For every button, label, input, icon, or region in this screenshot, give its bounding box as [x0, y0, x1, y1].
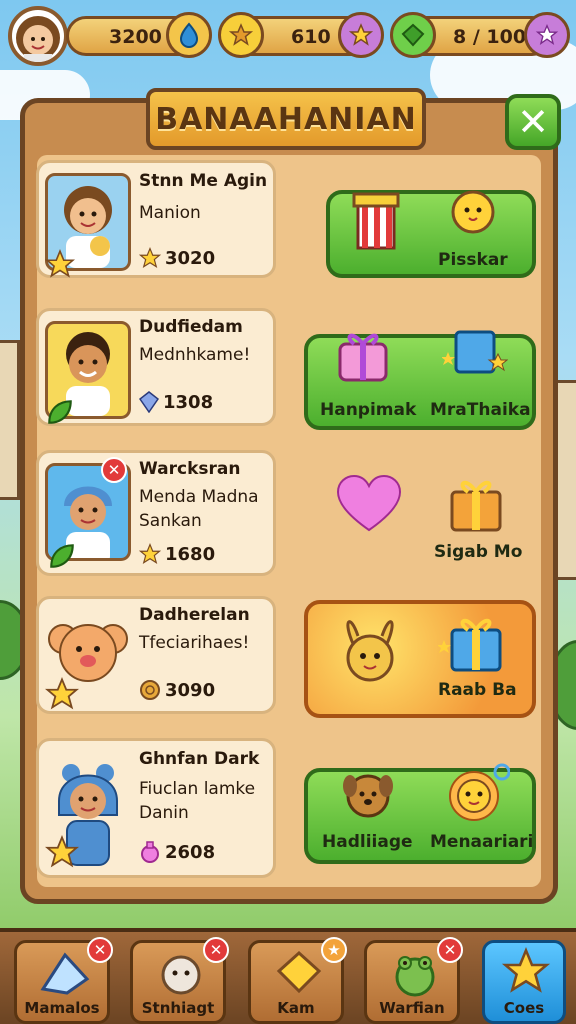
star-icon[interactable] — [338, 12, 384, 58]
amount-value: 1680 — [165, 543, 216, 565]
list-item[interactable]: Dudfiedam Mednhkame! 1308 — [36, 308, 276, 426]
button-label: Hadliiage — [322, 832, 413, 852]
button-label: Sigab Mo — [434, 542, 523, 562]
star-coin-icon — [218, 12, 264, 58]
stars-value: 610 — [291, 26, 331, 48]
gold-block-icon — [276, 950, 322, 994]
chick-icon — [451, 190, 495, 234]
reward-button[interactable]: Hanpimak MraThaika — [304, 330, 536, 430]
star-icon — [501, 947, 551, 993]
amount-value: 1308 — [163, 391, 214, 413]
add-star-icon[interactable] — [524, 12, 570, 58]
row-amount: 2608 — [139, 841, 215, 863]
list-item[interactable]: ✕ Warcksran Menda Madna Sankan 1680 — [36, 450, 276, 576]
close-icon: ✕ — [517, 100, 549, 144]
star-icon — [139, 543, 161, 564]
row-name: Stnn Me Agin — [139, 171, 268, 191]
nav-item-mamalos[interactable]: ✕ Mamalos — [14, 937, 113, 1024]
frog-icon — [395, 956, 435, 997]
nav-badge: ✕ — [203, 937, 229, 963]
sheep-icon — [161, 955, 201, 995]
star-badge-icon — [45, 249, 75, 278]
nav-label: Warfian — [379, 999, 445, 1017]
nav-label: Coes — [503, 999, 545, 1017]
nav-label: Kam — [277, 999, 315, 1017]
top-resource-bar: 3200 610 8 / 100 — [0, 4, 576, 66]
gem-icon — [139, 391, 159, 413]
amount-value: 3020 — [165, 247, 216, 269]
coin-icon — [140, 680, 160, 700]
list-item[interactable]: Ghnfan Dark Fiuclan lamke Danin 2608 — [36, 738, 276, 878]
nav-item-stnhiagt[interactable]: ✕ Stnhiagt — [130, 937, 229, 1024]
reward-button[interactable]: Hadliiage Menaariari — [304, 763, 536, 864]
claim-button[interactable]: Pisskar — [326, 190, 536, 278]
dog-icon — [343, 774, 393, 818]
button-label: Menaariari — [430, 832, 534, 852]
list-item[interactable]: Stnn Me Agin Manion 3020 — [36, 160, 276, 278]
nav-label: Stnhiagt — [141, 999, 215, 1017]
title-plate: BANAAHANIAN — [146, 88, 426, 150]
button-label: MraThaika — [430, 400, 531, 420]
button-label: Pisskar — [438, 250, 508, 270]
leaf-badge-icon — [48, 400, 72, 424]
nav-item-kam[interactable]: ★ Kam — [248, 937, 347, 1024]
row-subtitle: Manion — [139, 203, 201, 223]
nav-item-warfian[interactable]: ✕ Warfian — [364, 937, 463, 1024]
nav-label: Mamalos — [24, 999, 100, 1017]
gem-icon — [390, 12, 436, 58]
nav-badge: ✕ — [437, 937, 463, 963]
amount-value: 2608 — [165, 841, 216, 863]
player-avatar[interactable] — [8, 6, 68, 66]
nav-badge: ★ — [321, 937, 347, 963]
star-icon — [139, 247, 161, 268]
star-badge-icon — [45, 677, 79, 710]
reward-area[interactable]: Sigab Mo — [304, 470, 536, 566]
avatar-face-icon — [16, 16, 60, 62]
row-amount: 3020 — [139, 247, 215, 269]
box-stars-icon — [442, 330, 508, 374]
nav-badge: ✕ — [87, 937, 113, 963]
remove-badge[interactable]: ✕ — [101, 457, 127, 483]
row-amount: 1680 — [139, 543, 215, 565]
bottom-navigation: ✕ Mamalos ✕ Stnhiagt ★ Kam ✕ Warfian Coe… — [0, 928, 576, 1024]
house — [0, 340, 20, 500]
amount-value: 3090 — [165, 679, 216, 701]
drop-pin-icon[interactable] — [166, 12, 212, 58]
gift-box-icon — [438, 618, 502, 672]
gift-box-icon — [338, 333, 388, 382]
potion-icon — [141, 841, 159, 863]
row-amount: 1308 — [139, 391, 213, 413]
nav-item-coes[interactable]: Coes — [482, 940, 566, 1024]
popcorn-gift-icon — [352, 192, 400, 250]
row-name: Ghnfan Dark — [139, 749, 260, 769]
gems-value: 8 / 100 — [453, 26, 527, 48]
sun-cat-icon — [449, 763, 510, 821]
row-name: Warcksran — [139, 459, 241, 479]
heart-icon — [336, 474, 402, 532]
row-subtitle: Mednhkame! — [139, 345, 251, 365]
row-subtitle-2: Danin — [139, 803, 189, 823]
reward-button[interactable]: Raab Ba — [304, 600, 536, 718]
row-subtitle: Menda Madna — [139, 487, 259, 507]
row-name: Dudfiedam — [139, 317, 243, 337]
panel-title: BANAAHANIAN — [155, 101, 417, 137]
star-badge-icon — [45, 835, 79, 868]
row-subtitle-2: Sankan — [139, 511, 202, 531]
gift-box-icon — [450, 480, 502, 532]
row-amount: 3090 — [139, 679, 215, 701]
bunny-icon — [346, 620, 394, 682]
list-item[interactable]: Dadherelan Tfeciarihaes! 3090 — [36, 596, 276, 714]
button-label: Hanpimak — [320, 400, 417, 420]
row-subtitle: Tfeciarihaes! — [139, 633, 250, 653]
button-label: Raab Ba — [438, 680, 517, 700]
row-subtitle: Fiuclan lamke — [139, 779, 256, 799]
coins-value: 3200 — [109, 26, 162, 48]
crystal-icon — [40, 952, 90, 995]
close-button[interactable]: ✕ — [505, 94, 561, 150]
leaf-badge-icon — [50, 544, 74, 568]
row-name: Dadherelan — [139, 605, 250, 625]
